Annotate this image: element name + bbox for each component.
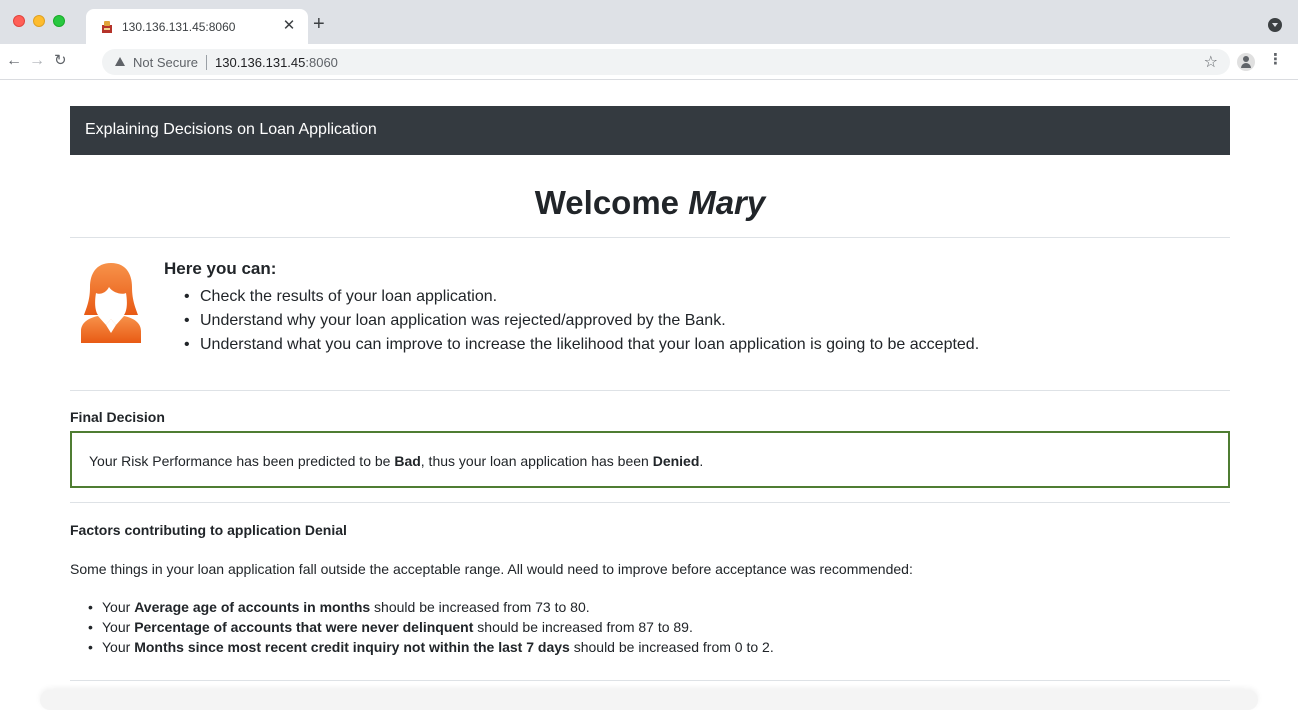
factor-item: Your Months since most recent credit inq… [88, 637, 774, 657]
divider [70, 390, 1230, 391]
factor-item: Your Percentage of accounts that were ne… [88, 617, 774, 637]
back-button[interactable]: ← [6, 52, 22, 70]
new-tab-button[interactable]: + [313, 14, 325, 34]
list-item: Understand what you can improve to incre… [184, 333, 979, 357]
intro-title: Here you can: [164, 259, 277, 278]
address-bar[interactable]: Not Secure 130.136.131.45:8060 ☆ [102, 49, 1230, 75]
factors-title: Factors contributing to application Deni… [70, 522, 347, 538]
url-port: :8060 [305, 55, 338, 70]
divider [70, 680, 1230, 681]
factor-feature: Average age of accounts in months [134, 599, 371, 615]
navbar-brand[interactable]: Explaining Decisions on Loan Application [85, 121, 377, 139]
factor-prefix: Your [102, 639, 135, 655]
minimize-window-button[interactable] [33, 15, 45, 27]
factor-item: Your Average age of accounts in months s… [88, 597, 774, 617]
factor-text: should be increased from 0 to 2. [569, 639, 774, 655]
page-title: Welcome Mary [70, 184, 1230, 222]
user-avatar-icon [81, 263, 141, 343]
factor-feature: Months since most recent credit inquiry … [134, 639, 570, 655]
welcome-prefix: Welcome [534, 184, 689, 221]
divider [70, 502, 1230, 503]
factor-prefix: Your [102, 599, 135, 615]
user-name: Mary [688, 184, 766, 221]
divider [70, 237, 1230, 238]
tab-close-icon[interactable]: ✕ [280, 17, 298, 35]
factor-text: should be increased from 87 to 89. [473, 619, 693, 635]
decision-text-middle: , thus your loan application has been [420, 453, 653, 469]
maximize-window-button[interactable] [53, 15, 65, 27]
decision-text-after: . [699, 453, 704, 469]
list-item: Check the results of your loan applicati… [184, 285, 979, 309]
url-host: 130.136.131.45 [215, 55, 306, 70]
factor-text: should be increased from 73 to 80. [370, 599, 590, 615]
app-navbar: Explaining Decisions on Loan Application [70, 106, 1230, 155]
final-decision-title: Final Decision [70, 409, 165, 425]
close-window-button[interactable] [13, 15, 25, 27]
decision-text-before: Your Risk Performance has been predicted… [89, 453, 395, 469]
browser-toolbar: ← → ↻ Not Secure 130.136.131.45:8060 ☆ ⋮ [0, 44, 1298, 80]
factor-feature: Percentage of accounts that were never d… [134, 619, 474, 635]
factors-list: Your Average age of accounts in months s… [88, 597, 774, 657]
forward-button[interactable]: → [29, 52, 45, 70]
tab-title: 130.136.131.45:8060 [122, 20, 236, 34]
final-decision-box: Your Risk Performance has been predicted… [70, 431, 1230, 488]
factor-prefix: Your [102, 619, 135, 635]
address-divider [206, 55, 207, 70]
url-text[interactable]: 130.136.131.45:8060 [215, 55, 338, 70]
decision-text: Your Risk Performance has been predicted… [89, 453, 703, 469]
bookmark-star-icon[interactable]: ☆ [1204, 52, 1218, 72]
site-favicon-icon [102, 21, 112, 33]
tab-search-icon[interactable] [1268, 18, 1282, 32]
factors-intro: Some things in your loan application fal… [70, 561, 913, 577]
browser-tab-bar: 130.136.131.45:8060 ✕ + [0, 0, 1298, 44]
more-menu-icon[interactable]: ⋮ [1268, 52, 1283, 68]
page-bottom-edge [40, 690, 1258, 710]
browser-tab[interactable]: 130.136.131.45:8060 ✕ [86, 9, 308, 44]
risk-value: Bad [394, 453, 421, 469]
profile-icon[interactable] [1237, 53, 1255, 71]
reload-button[interactable]: ↻ [54, 52, 67, 70]
security-label[interactable]: Not Secure [133, 55, 198, 70]
warning-icon [115, 57, 125, 66]
intro-list: Check the results of your loan applicati… [184, 285, 979, 357]
decision-outcome: Denied [652, 453, 700, 469]
list-item: Understand why your loan application was… [184, 309, 979, 333]
